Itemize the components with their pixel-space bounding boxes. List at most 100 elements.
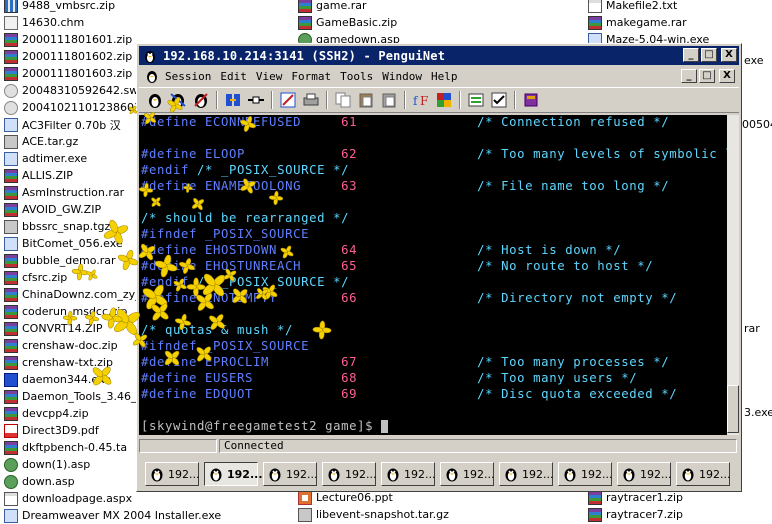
close-button[interactable]: X bbox=[721, 48, 737, 62]
toolbar-separator bbox=[404, 91, 406, 109]
session-tab[interactable]: 192... bbox=[381, 462, 436, 486]
desktop-file-item[interactable]: 2000111801601.zip bbox=[4, 31, 132, 48]
desktop-file-item[interactable]: Direct3D9.pdf bbox=[4, 422, 99, 439]
terminal-scrollbar[interactable] bbox=[727, 115, 739, 435]
session-tab[interactable]: 192... bbox=[499, 462, 554, 486]
session-tab[interactable]: 192... bbox=[558, 462, 613, 486]
desktop-file-item[interactable]: 14630.chm bbox=[4, 14, 84, 31]
mdi-restore-button[interactable]: □ bbox=[699, 69, 715, 83]
paste-button[interactable] bbox=[356, 90, 376, 110]
colors-button[interactable] bbox=[434, 90, 454, 110]
menu-tools[interactable]: Tools bbox=[340, 70, 373, 83]
new-session-button[interactable] bbox=[145, 90, 165, 110]
desktop-file-name: bubble_demo.rar bbox=[22, 254, 116, 267]
desktop-file-item[interactable]: AsmInstruction.rar bbox=[4, 184, 124, 201]
sftp-button[interactable] bbox=[223, 90, 243, 110]
desktop-file-fragment[interactable]: 3.exe bbox=[744, 404, 772, 421]
terminal-screen[interactable]: #define ECONNREFUSED 61 /* Connection re… bbox=[139, 115, 727, 435]
terminal-text: /* Too many processes */ bbox=[357, 355, 670, 369]
session-tab[interactable]: 192... bbox=[263, 462, 318, 486]
desktop-file-fragment[interactable]: rar bbox=[744, 320, 760, 337]
terminal-line: #define ECONNREFUSED 61 /* Connection re… bbox=[141, 115, 669, 129]
desktop-file-item[interactable]: ALLIS.ZIP bbox=[4, 167, 73, 184]
penguin-session-icon[interactable] bbox=[145, 69, 159, 83]
session-tab[interactable]: 192... bbox=[145, 462, 200, 486]
desktop-file-item[interactable]: Makefile2.txt bbox=[588, 0, 677, 14]
menu-format[interactable]: Format bbox=[291, 70, 331, 83]
desktop-file-item[interactable]: daemon344.exe bbox=[4, 371, 111, 388]
print-button[interactable] bbox=[301, 90, 321, 110]
help-book-button[interactable] bbox=[521, 90, 541, 110]
desktop-file-item[interactable]: down.asp bbox=[4, 473, 75, 490]
desktop-file-item[interactable]: crenshaw-txt.zip bbox=[4, 354, 113, 371]
desktop-file-item[interactable]: down(1).asp bbox=[4, 456, 90, 473]
maximize-button[interactable]: □ bbox=[701, 48, 717, 62]
terminal-line: #define ENOTEMPTY 66 /* Directory not em… bbox=[141, 291, 677, 305]
mdi-close-button[interactable]: X bbox=[719, 69, 735, 83]
desktop-file-item[interactable]: libevent-snapshot.tar.gz bbox=[298, 506, 449, 523]
desktop-file-item[interactable]: Dreamweaver MX 2004 Installer.exe bbox=[4, 507, 221, 524]
session-tab[interactable]: 192... bbox=[617, 462, 672, 486]
minimize-button[interactable]: _ bbox=[683, 48, 699, 62]
desktop-file-item[interactable]: 20041021101238603. bbox=[4, 99, 144, 116]
desktop-file-item[interactable]: AVOID_GW.ZIP bbox=[4, 201, 101, 218]
font-button[interactable]: fF bbox=[411, 90, 431, 110]
desktop-file-item[interactable]: crenshaw-doc.zip bbox=[4, 337, 118, 354]
desktop-file-item[interactable]: coderun_msdcc.zip bbox=[4, 303, 127, 320]
desktop-file-item[interactable]: raytracer7.zip bbox=[588, 506, 683, 523]
desktop-file-item[interactable]: 2000111801603.zip bbox=[4, 65, 132, 82]
desktop-file-fragment[interactable]: 005040 bbox=[742, 116, 772, 133]
desktop-file-item[interactable]: GameBasic.zip bbox=[298, 14, 397, 31]
desktop-file-item[interactable]: makegame.rar bbox=[588, 14, 687, 31]
terminal-line: /* quotas & mush */ bbox=[141, 323, 293, 337]
terminal-prompt-line[interactable]: [skywind@freegametest2 game]$ bbox=[141, 419, 389, 433]
checklist-button[interactable] bbox=[489, 90, 509, 110]
desktop-file-name: 20048310592642.swf bbox=[22, 84, 143, 97]
desktop-file-item[interactable]: adtimer.exe bbox=[4, 150, 87, 167]
desktop-file-item[interactable]: ChinaDownz.com_zy_ bbox=[4, 286, 141, 303]
session-tab[interactable]: 192... bbox=[440, 462, 495, 486]
desktop-file-item[interactable]: 9488_vmbsrc.zip bbox=[4, 0, 115, 14]
exe-file-icon bbox=[4, 508, 18, 523]
copy-button[interactable] bbox=[333, 90, 353, 110]
session-tab[interactable]: 192... bbox=[204, 462, 263, 486]
window-titlebar[interactable]: 192.168.10.214:3141 (SSH2) - PenguiNet _… bbox=[139, 46, 739, 65]
desktop-file-item[interactable]: BitComet_056.exe bbox=[4, 235, 123, 252]
desktop-file-name: 2000111801602.zip bbox=[22, 50, 133, 63]
options-button[interactable] bbox=[466, 90, 486, 110]
desktop-file-item[interactable]: 2000111801602.zip bbox=[4, 48, 132, 65]
zip-file-icon bbox=[4, 0, 18, 13]
menu-window[interactable]: Window bbox=[382, 70, 422, 83]
disconnect-button[interactable] bbox=[191, 90, 211, 110]
menu-view[interactable]: View bbox=[256, 70, 283, 83]
session-tab[interactable]: 192... bbox=[676, 462, 731, 486]
menu-session[interactable]: Session bbox=[165, 70, 211, 83]
desktop-file-fragment[interactable]: exe bbox=[744, 52, 764, 69]
desktop-file-item[interactable]: CONVRT14.ZIP bbox=[4, 320, 103, 337]
mdi-minimize-button[interactable]: _ bbox=[681, 69, 697, 83]
menu-help[interactable]: Help bbox=[431, 70, 458, 83]
menu-edit[interactable]: Edit bbox=[220, 70, 247, 83]
session-tab[interactable]: 192... bbox=[322, 462, 377, 486]
port-forward-button[interactable] bbox=[246, 90, 266, 110]
desktop-file-item[interactable]: AC3Filter 0.70b 汉 bbox=[4, 116, 121, 133]
desktop-file-name: 9488_vmbsrc.zip bbox=[22, 0, 116, 12]
terminal-text: #define bbox=[141, 291, 206, 305]
desktop-file-item[interactable]: game.rar bbox=[298, 0, 367, 14]
properties-button[interactable] bbox=[278, 90, 298, 110]
desktop-file-item[interactable]: cfsrc.zip bbox=[4, 269, 67, 286]
desktop-file-item[interactable]: downloadpage.aspx bbox=[4, 490, 132, 507]
desktop-file-item[interactable]: Daemon_Tools_3.46_ bbox=[4, 388, 137, 405]
desktop-file-item[interactable]: bubble_demo.rar bbox=[4, 252, 116, 269]
terminal-text: #define bbox=[141, 243, 206, 257]
terminal-text: EPROCLIM bbox=[205, 355, 342, 369]
paste-special-button[interactable] bbox=[379, 90, 399, 110]
scrollbar-thumb[interactable] bbox=[727, 385, 739, 433]
desktop-file-item[interactable]: dkftpbench-0.45.ta bbox=[4, 439, 127, 456]
connect-button[interactable] bbox=[168, 90, 188, 110]
desktop-file-item[interactable]: devcpp4.zip bbox=[4, 405, 89, 422]
desktop-file-name: adtimer.exe bbox=[22, 152, 88, 165]
desktop-file-item[interactable]: 20048310592642.swf bbox=[4, 82, 142, 99]
desktop-file-item[interactable]: bbssrc_snap.tgz bbox=[4, 218, 110, 235]
desktop-file-item[interactable]: ACE.tar.gz bbox=[4, 133, 78, 150]
